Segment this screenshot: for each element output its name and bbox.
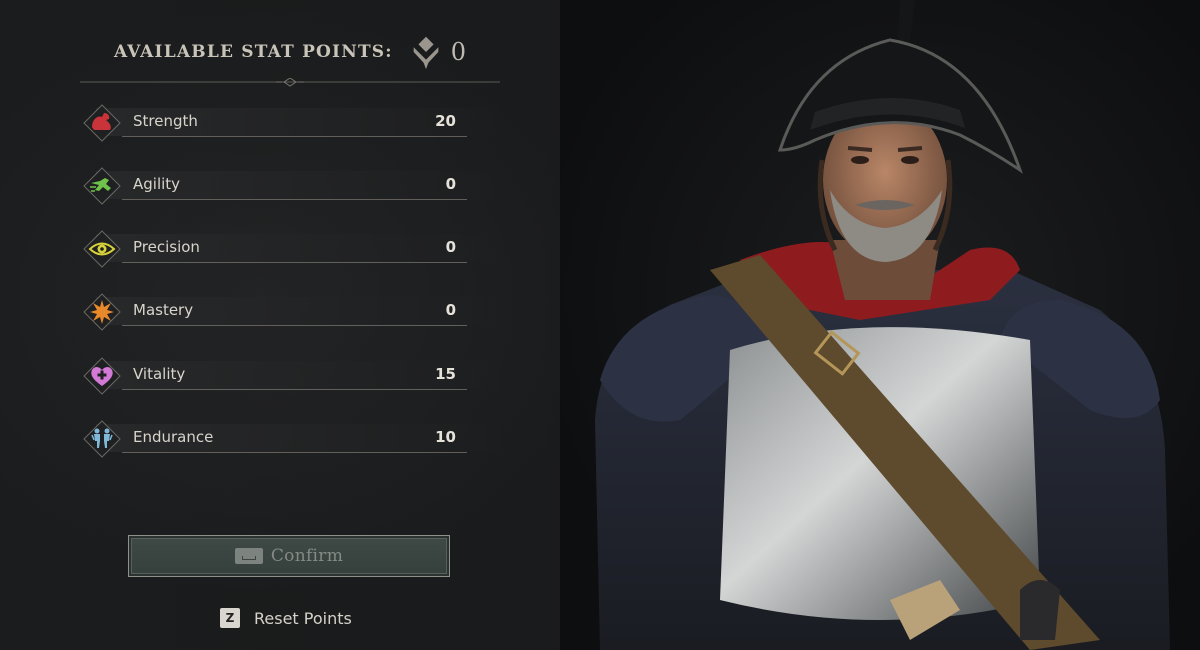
- stat-value: 0: [445, 301, 456, 319]
- burst-icon: [83, 293, 121, 331]
- available-points-title: AVAILABLE STAT POINTS:: [113, 42, 393, 62]
- spacebar-key-icon: [234, 548, 263, 564]
- stat-value: 20: [435, 112, 456, 130]
- stat-underline: [122, 452, 467, 453]
- stat-panel: AVAILABLE STAT POINTS: 0 Strength 20 Agi…: [0, 0, 560, 650]
- stat-label: Strength: [133, 112, 198, 130]
- running-figure-icon: [83, 167, 121, 205]
- stat-row-mastery[interactable]: Mastery 0: [82, 292, 508, 332]
- stat-label: Agility: [133, 175, 181, 193]
- stat-point-icon: [413, 36, 439, 70]
- stat-label: Vitality: [133, 365, 186, 383]
- stat-label: Endurance: [133, 428, 214, 446]
- stat-label: Mastery: [133, 301, 194, 319]
- stat-value: 0: [445, 175, 456, 193]
- stat-underline: [122, 199, 467, 200]
- stat-row-endurance[interactable]: Endurance 10: [82, 419, 508, 459]
- heart-plus-icon: [83, 357, 121, 395]
- stat-row-vitality[interactable]: Vitality 15: [82, 356, 508, 396]
- available-points-value: 0: [450, 38, 467, 66]
- stat-underline: [122, 389, 467, 390]
- eye-icon: [83, 230, 121, 268]
- stat-value: 10: [435, 428, 456, 446]
- flexed-arm-icon: [83, 104, 121, 142]
- stat-underline: [122, 262, 467, 263]
- stat-row-precision[interactable]: Precision 0: [82, 229, 508, 269]
- header-divider: [80, 78, 500, 87]
- reset-points-label: Reset Points: [254, 608, 352, 628]
- stat-row-agility[interactable]: Agility 0: [82, 166, 508, 206]
- stat-value: 15: [435, 365, 456, 383]
- stat-underline: [122, 325, 467, 326]
- character-portrait: [560, 0, 1200, 650]
- figures-icon: [83, 420, 121, 458]
- available-points-header: AVAILABLE STAT POINTS: 0: [80, 30, 500, 74]
- z-key-icon: Z: [220, 608, 240, 628]
- stat-row-strength[interactable]: Strength 20: [82, 103, 508, 143]
- confirm-label: Confirm: [270, 546, 344, 566]
- confirm-button[interactable]: Confirm: [128, 535, 450, 577]
- stat-value: 0: [445, 238, 456, 256]
- stat-label: Precision: [133, 238, 200, 256]
- stat-underline: [122, 136, 467, 137]
- reset-points-button[interactable]: Z Reset Points: [220, 605, 352, 631]
- stat-allocation-screen: AVAILABLE STAT POINTS: 0 Strength 20 Agi…: [0, 0, 1200, 650]
